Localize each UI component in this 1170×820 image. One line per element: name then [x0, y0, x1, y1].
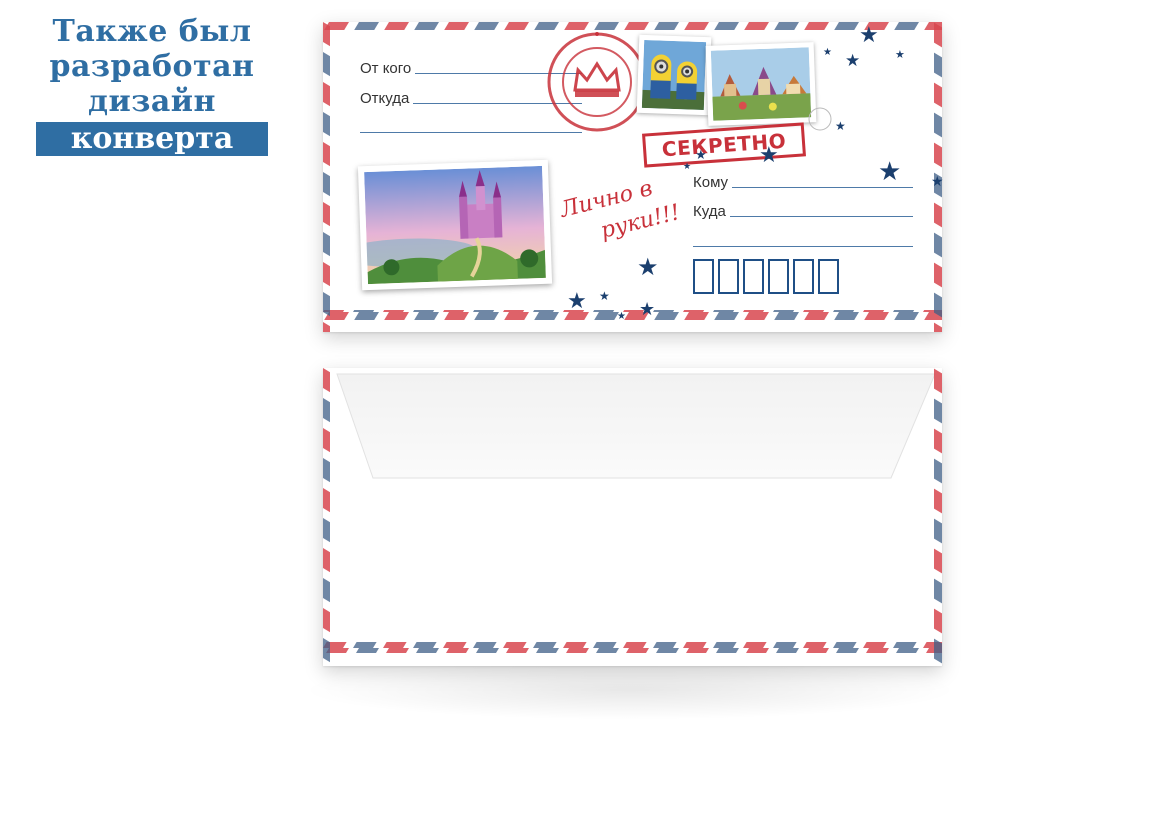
secret-stamp: СЕКРЕТНО: [642, 122, 806, 168]
star-icon: ★: [823, 47, 832, 58]
headline-line-3: дизайн: [87, 84, 217, 119]
index-box: [743, 259, 764, 294]
star-icon: ★: [759, 142, 779, 167]
to-where-label: Куда: [693, 203, 726, 220]
village-picture: [710, 47, 812, 121]
from-label: От кого: [360, 60, 412, 77]
stamp-village: [705, 42, 817, 126]
stamp-outline: [808, 107, 832, 131]
index-box: [818, 259, 839, 294]
star-icon: ★: [617, 311, 626, 322]
minions-picture: [641, 39, 707, 111]
index-box: [793, 259, 814, 294]
index-box: [718, 259, 739, 294]
star-icon: ★: [859, 22, 879, 47]
to-extra-line: [693, 246, 913, 247]
postal-index-boxes: [693, 259, 839, 294]
star-icon: ★: [639, 299, 656, 319]
crown-icon: [573, 61, 621, 97]
headline-line-1: Также был: [52, 14, 252, 49]
headline-highlight: конверта: [36, 122, 268, 156]
star-icon: ★: [599, 289, 610, 303]
postmark-stamp: [547, 32, 647, 132]
handwritten-note: Лично в руки!!!: [557, 169, 683, 255]
castle-picture: [364, 165, 546, 285]
star-icon: ★: [567, 288, 587, 313]
star-icon: ★: [878, 156, 902, 186]
index-box: [768, 259, 789, 294]
star-icon: ★: [835, 119, 846, 133]
airmail-border-back: [323, 368, 942, 666]
to-where-field: Куда: [693, 203, 913, 220]
star-icon: ★: [683, 161, 692, 171]
headline: Также был разработан дизайн конверта: [36, 14, 268, 156]
envelope-back: [323, 368, 942, 666]
to-where-line: [729, 216, 913, 217]
from-where-label: Откуда: [360, 90, 410, 107]
castle-postcard: [357, 159, 553, 291]
to-label: Кому: [693, 174, 729, 191]
envelope-front: От кого Откуда СЕКРЕТНО Лично в руки!!! …: [323, 22, 944, 332]
star-icon: ★: [931, 173, 944, 189]
stamp-minions: [636, 34, 712, 116]
to-line: [732, 187, 913, 188]
star-icon: ★: [845, 51, 861, 70]
index-box: [693, 259, 714, 294]
star-icon: ★: [637, 254, 659, 281]
star-icon: ★: [895, 49, 905, 61]
back-shadow: [300, 660, 960, 720]
star-icon: ★: [695, 147, 707, 162]
headline-line-2: разработан: [49, 49, 255, 84]
